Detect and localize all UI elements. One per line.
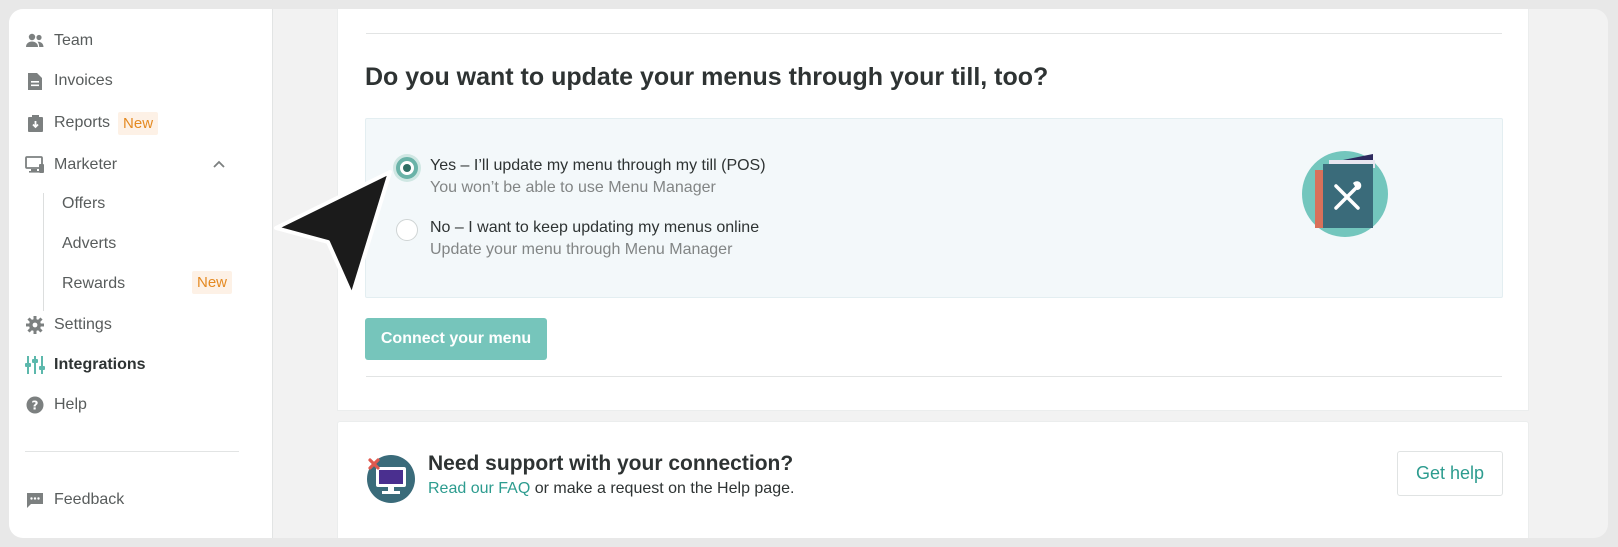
sidebar-item-help[interactable]: ? Help — [25, 391, 87, 419]
option-title: No – I want to keep updating my menus on… — [430, 219, 760, 236]
sidebar-item-label: Team — [54, 32, 94, 49]
sidebar-item-label: Feedback — [54, 491, 125, 508]
gear-icon — [25, 315, 45, 335]
page-question: Do you want to update your menus through… — [365, 63, 1049, 91]
option-subtitle: Update your menu through Menu Manager — [430, 241, 733, 258]
chevron-up-icon[interactable] — [212, 157, 226, 171]
sidebar-item-label: Integrations — [54, 356, 146, 373]
option-yes[interactable]: Yes – I’ll update my menu through my til… — [396, 155, 766, 199]
support-description: Read our FAQ or make a request on the He… — [428, 480, 794, 498]
divider — [366, 376, 1502, 377]
svg-text:?: ? — [32, 399, 39, 413]
help-icon: ? — [25, 395, 45, 415]
sidebar-divider — [25, 451, 239, 452]
sidebar-item-invoices[interactable]: Invoices — [25, 67, 113, 95]
faq-link[interactable]: Read our FAQ — [428, 480, 530, 497]
invoice-icon — [25, 71, 45, 91]
sidebar-item-label: Invoices — [54, 72, 113, 89]
cursor-arrow-icon — [274, 170, 392, 298]
app-frame: Team Invoices Reports New Marketer Offer… — [9, 9, 1608, 538]
sidebar-item-team[interactable]: Team — [25, 27, 93, 55]
sidebar-item-label: Marketer — [54, 156, 118, 173]
option-title: Yes – I’ll update my menu through my til… — [430, 157, 766, 174]
option-no[interactable]: No – I want to keep updating my menus on… — [396, 217, 759, 261]
sidebar-item-reports[interactable]: Reports New — [25, 109, 159, 137]
sidebar-subitem-offers[interactable]: Offers — [62, 192, 105, 216]
feedback-icon — [25, 490, 45, 510]
support-card: Need support with your connection? Read … — [337, 421, 1529, 538]
support-description-text: or make a request on the Help page. — [530, 480, 795, 497]
sidebar-subitem-rewards[interactable]: Rewards — [62, 272, 125, 296]
menu-connection-card: Do you want to update your menus through… — [337, 9, 1529, 411]
support-connection-icon — [367, 455, 415, 503]
get-help-button[interactable]: Get help — [1397, 451, 1503, 496]
marketer-icon — [25, 155, 45, 175]
sidebar-item-label: Reports — [54, 114, 111, 131]
integrations-icon — [25, 355, 45, 375]
sidebar-item-marketer[interactable]: Marketer — [25, 151, 117, 179]
team-icon — [25, 31, 45, 51]
sidebar-item-integrations[interactable]: Integrations — [25, 351, 146, 379]
connect-menu-button[interactable]: Connect your menu — [365, 318, 547, 360]
option-subtitle: You won’t be able to use Menu Manager — [430, 179, 716, 196]
sidebar-item-settings[interactable]: Settings — [25, 311, 112, 339]
sidebar-item-label: Help — [54, 396, 87, 413]
sidebar-subitem-adverts[interactable]: Adverts — [62, 232, 116, 256]
reports-icon — [25, 113, 45, 133]
sidebar-item-feedback[interactable]: Feedback — [25, 486, 124, 514]
support-title: Need support with your connection? — [428, 452, 794, 475]
new-badge: New — [192, 271, 233, 294]
divider — [366, 33, 1502, 34]
sidebar: Team Invoices Reports New Marketer Offer… — [9, 9, 273, 538]
new-badge: New — [118, 111, 159, 135]
sidebar-item-label: Settings — [54, 316, 112, 333]
submenu-divider — [43, 193, 44, 311]
menu-book-icon — [1302, 151, 1388, 237]
